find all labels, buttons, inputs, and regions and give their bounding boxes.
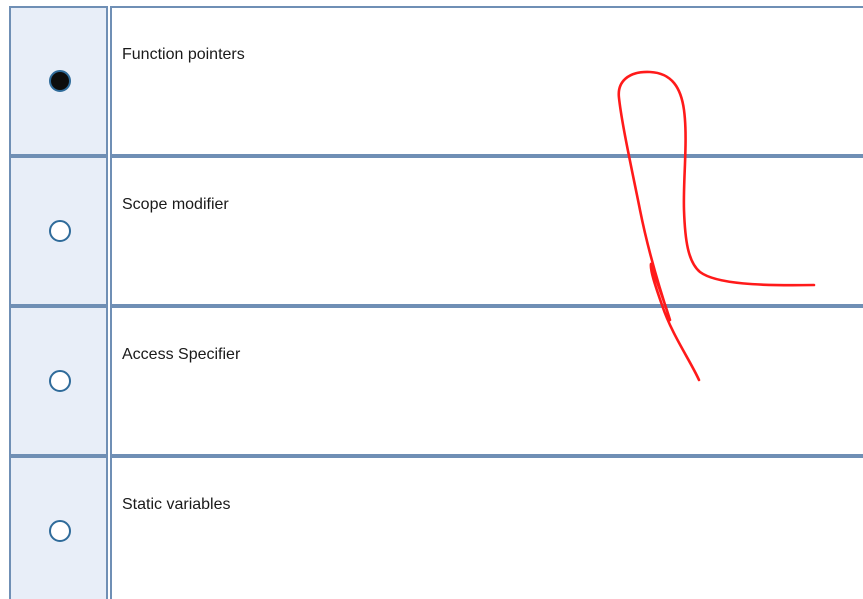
option-label-cell[interactable]: Scope modifier: [110, 156, 863, 306]
option-label: Scope modifier: [122, 196, 229, 213]
radio-button[interactable]: [49, 370, 71, 392]
option-label: Access Specifier: [122, 346, 241, 363]
radio-cell[interactable]: [9, 306, 112, 456]
option-label-cell[interactable]: Static variables: [110, 456, 863, 599]
option-label-cell[interactable]: Access Specifier: [110, 306, 863, 456]
radio-cell[interactable]: [9, 156, 112, 306]
answer-option-row[interactable]: Access Specifier: [9, 306, 863, 456]
radio-button[interactable]: [49, 520, 71, 542]
answer-option-row[interactable]: Static variables: [9, 456, 863, 599]
radio-button[interactable]: [49, 220, 71, 242]
answer-options-screen: Function pointers Scope modifier Access …: [0, 0, 863, 599]
radio-button-selected[interactable]: [49, 70, 71, 92]
option-label: Function pointers: [122, 46, 245, 63]
radio-cell[interactable]: [9, 456, 112, 599]
answer-option-row[interactable]: Scope modifier: [9, 156, 863, 306]
option-label-cell[interactable]: Function pointers: [110, 6, 863, 156]
answer-option-row[interactable]: Function pointers: [9, 6, 863, 156]
radio-cell[interactable]: [9, 6, 112, 156]
option-label: Static variables: [122, 496, 231, 513]
